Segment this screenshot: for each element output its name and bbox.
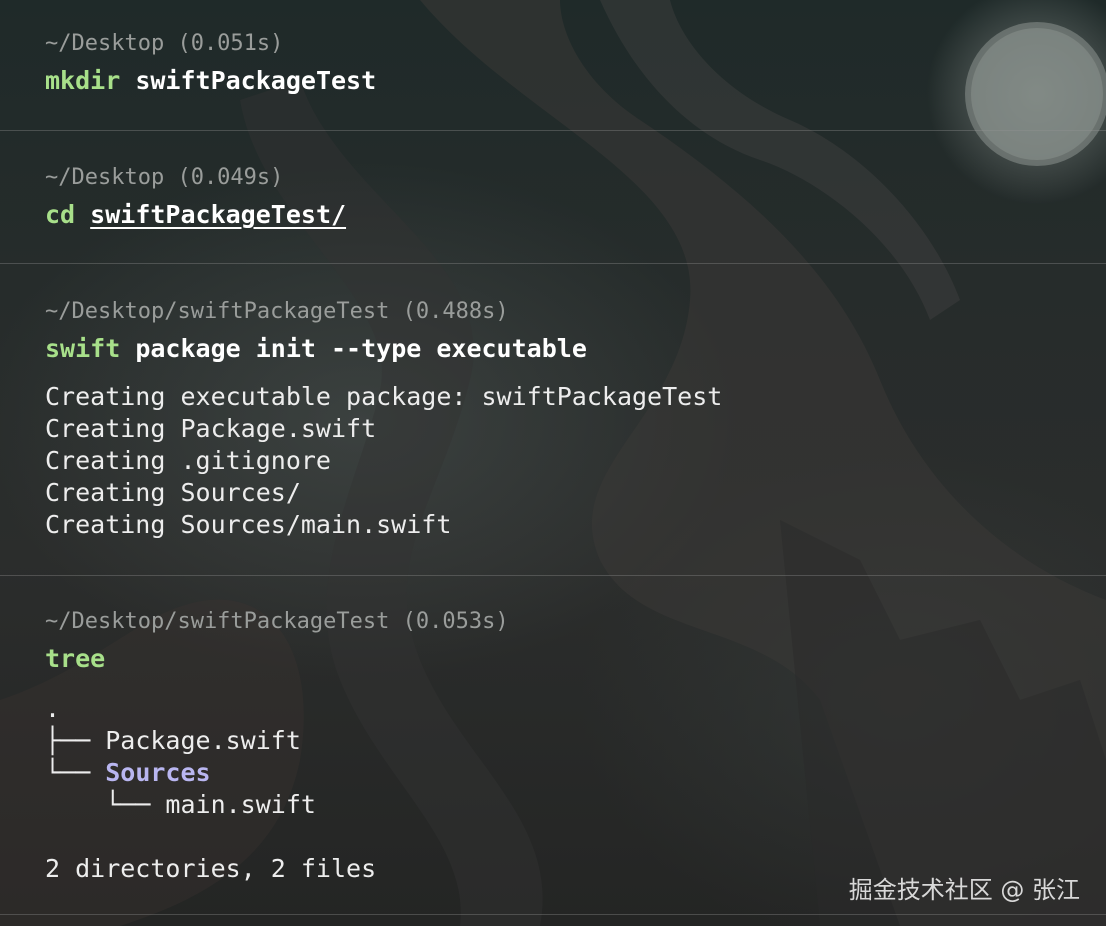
- command-program: cd: [45, 200, 76, 229]
- tree-branch-glyph: └──: [45, 758, 106, 787]
- command-line: mkdir swiftPackageTest: [45, 66, 376, 95]
- output-line: Creating Sources/main.swift: [45, 510, 452, 539]
- block-path: ~/Desktop/swiftPackageTest (0.488s): [45, 299, 509, 324]
- command-program: mkdir: [45, 66, 121, 95]
- output-line: Creating .gitignore: [45, 446, 331, 475]
- file-name: main.swift: [165, 790, 316, 819]
- tree-summary: 2 directories, 2 files: [45, 854, 377, 883]
- tree-entry-file: ├── Package.swift: [45, 726, 301, 755]
- output-line: Creating executable package: swiftPackag…: [45, 382, 723, 411]
- command-line: cd swiftPackageTest/: [45, 200, 346, 229]
- directory-name: Sources: [105, 758, 211, 787]
- block-path: ~/Desktop/swiftPackageTest (0.053s): [45, 609, 509, 634]
- output-line: Creating Sources/: [45, 478, 301, 507]
- command-program: tree: [45, 644, 106, 673]
- command-args: package init --type executable: [135, 334, 587, 363]
- watermark: 掘金技术社区 @ 张江: [848, 876, 1080, 904]
- directory-link[interactable]: swiftPackageTest/: [90, 200, 346, 229]
- tree-entry-directory: └── Sources: [45, 758, 211, 787]
- terminal-output: ~/Desktop (0.051s) mkdir swiftPackageTes…: [0, 0, 1106, 926]
- command-line: tree: [45, 644, 105, 673]
- tree-branch-glyph: └──: [45, 790, 166, 819]
- command-args: swiftPackageTest: [135, 66, 377, 95]
- command-program: swift: [45, 334, 121, 363]
- block-path: ~/Desktop (0.051s): [45, 31, 284, 56]
- output-line: Creating Package.swift: [45, 414, 377, 443]
- file-name: Package.swift: [105, 726, 301, 755]
- command-block-cd[interactable]: ~/Desktop (0.049s) cd swiftPackageTest/: [0, 131, 1106, 264]
- tree-root: .: [45, 694, 61, 723]
- command-line: swift package init --type executable: [45, 334, 587, 363]
- tree-entry-file: └── main.swift: [45, 790, 316, 819]
- command-block-tree[interactable]: ~/Desktop/swiftPackageTest (0.053s) tree…: [0, 576, 1106, 915]
- command-block-swift-package-init[interactable]: ~/Desktop/swiftPackageTest (0.488s) swif…: [0, 264, 1106, 576]
- block-path: ~/Desktop (0.049s): [45, 165, 284, 190]
- command-block-mkdir[interactable]: ~/Desktop (0.051s) mkdir swiftPackageTes…: [0, 0, 1106, 131]
- tree-branch-glyph: ├──: [45, 726, 106, 755]
